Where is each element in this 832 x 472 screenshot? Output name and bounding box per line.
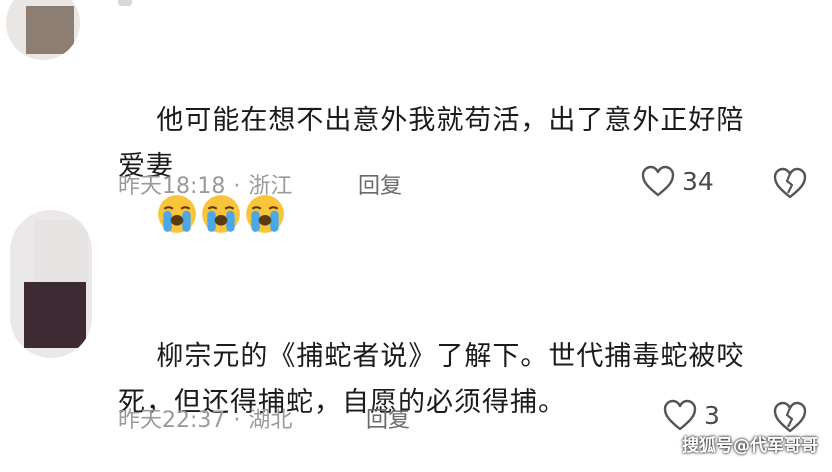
avatar[interactable] [6, 0, 80, 60]
comment-location: 浙江 [248, 174, 293, 199]
top-edge-fragment [118, 0, 132, 6]
dislike-button[interactable] [772, 400, 808, 434]
reply-button[interactable]: 回复 [366, 402, 410, 434]
like-button[interactable]: 34 [640, 164, 714, 198]
watermark: 搜狐号@代军哥哥 [682, 436, 818, 456]
avatar[interactable] [10, 210, 92, 358]
dislike-button[interactable] [772, 166, 808, 200]
like-button[interactable]: 3 [662, 398, 720, 432]
comment-time: 昨天18:18 [118, 174, 226, 199]
broken-heart-icon [772, 166, 808, 200]
comment-location: 湖北 [248, 408, 293, 433]
heart-icon [640, 164, 676, 198]
comment-meta: 昨天18:18 · 浙江 [118, 174, 293, 199]
comment-meta: 昨天22:37 · 湖北 [118, 408, 293, 433]
reply-button[interactable]: 回复 [358, 168, 402, 200]
broken-heart-icon [772, 400, 808, 434]
like-count: 34 [682, 166, 714, 196]
comment-time: 昨天22:37 [118, 408, 226, 433]
like-count: 3 [704, 400, 720, 430]
heart-icon [662, 398, 698, 432]
